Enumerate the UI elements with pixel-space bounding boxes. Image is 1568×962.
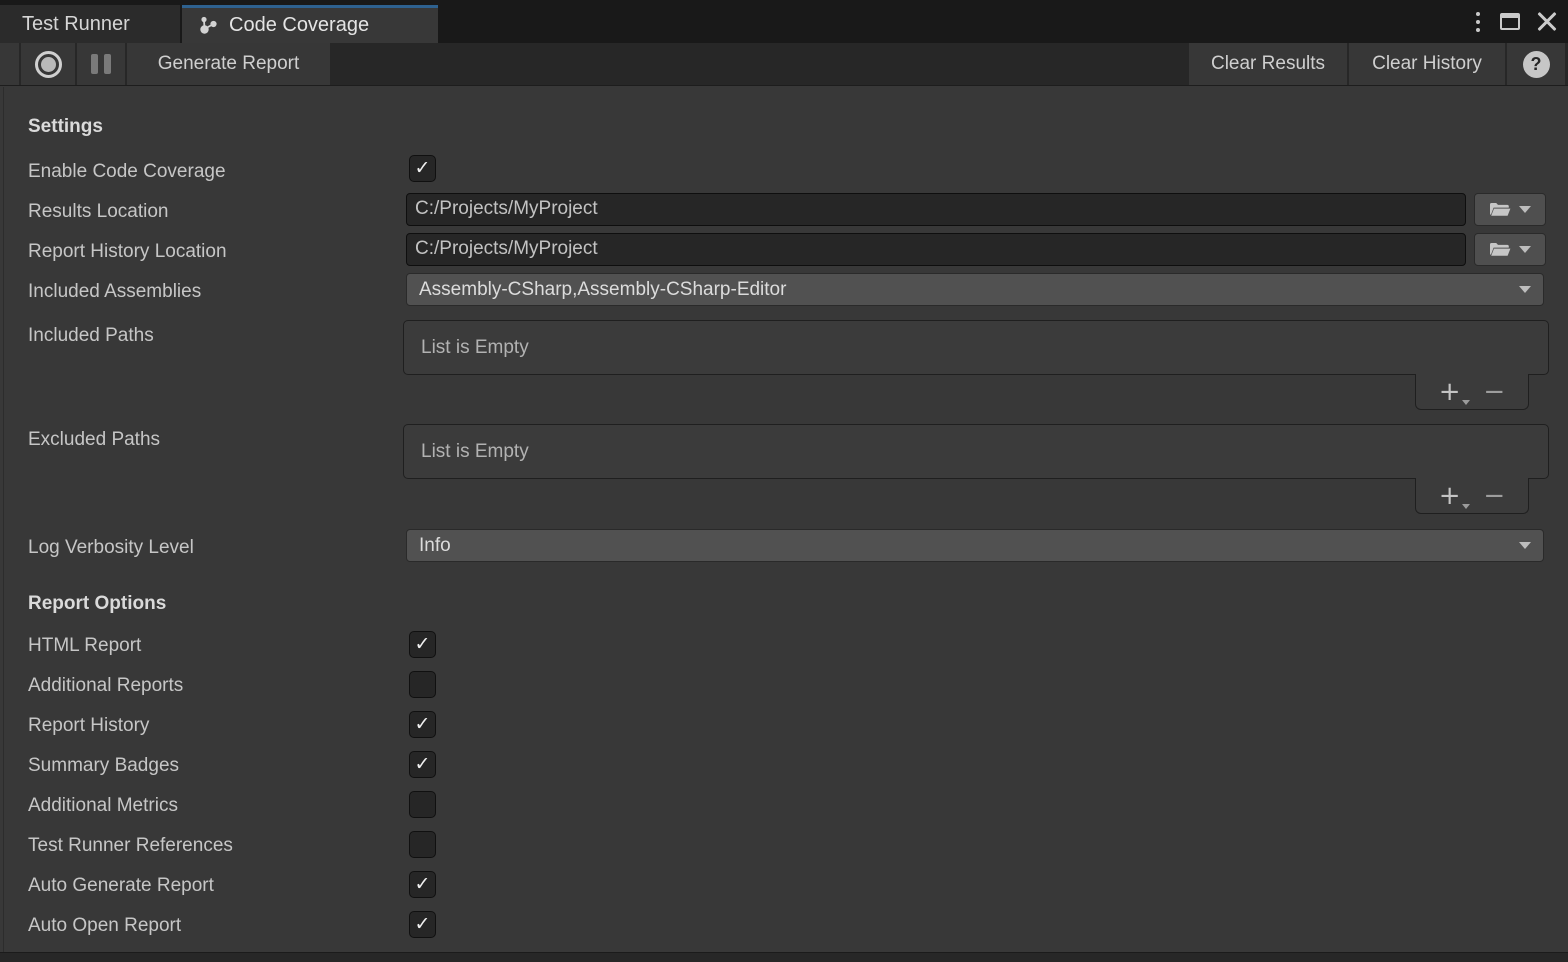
test-runner-references-checkbox[interactable]: ✓ [409,831,436,858]
window-controls [1472,0,1558,43]
enable-code-coverage-checkbox[interactable]: ✓ [409,155,436,182]
excluded-paths-remove-button[interactable]: − [1483,485,1505,507]
results-location-browse-button[interactable] [1474,193,1546,226]
checkmark-icon: ✓ [415,915,431,934]
report-options-header: Report Options [28,593,166,615]
enable-code-coverage-label: Enable Code Coverage [28,158,226,185]
report-history-location-browse-button[interactable] [1474,233,1546,266]
log-verbosity-level-dropdown[interactable]: Info [406,529,1544,562]
auto-open-report-checkbox[interactable]: ✓ [409,911,436,938]
maximize-icon[interactable] [1500,13,1520,30]
code-coverage-panel: Settings Enable Code Coverage ✓ Results … [0,87,1568,952]
folder-dropdown-arrow-icon [1519,246,1531,253]
kebab-menu-icon[interactable] [1472,10,1484,34]
open-folder-icon [1489,241,1511,258]
checkmark-icon: ✓ [415,635,431,654]
add-dropdown-arrow-icon [1462,504,1470,509]
record-button[interactable] [21,43,75,85]
excluded-paths-label: Excluded Paths [28,426,160,453]
included-assemblies-value: Assembly-CSharp,Assembly-CSharp-Editor [419,279,786,301]
help-icon: ? [1523,51,1550,78]
log-verbosity-level-label: Log Verbosity Level [28,534,194,561]
report-history-label: Report History [28,712,149,739]
checkmark-icon: ✓ [415,875,431,894]
included-assemblies-dropdown[interactable]: Assembly-CSharp,Assembly-CSharp-Editor [406,273,1544,306]
auto-generate-report-label: Auto Generate Report [28,872,214,899]
included-assemblies-label: Included Assemblies [28,278,201,305]
close-icon[interactable] [1536,11,1558,33]
included-paths-list[interactable]: List is Empty [403,320,1549,375]
tab-code-coverage[interactable]: Code Coverage [182,5,438,43]
excluded-paths-list[interactable]: List is Empty [403,424,1549,479]
checkmark-icon: ✓ [415,159,431,178]
included-paths-add-button[interactable]: + [1439,381,1461,403]
help-button[interactable]: ? [1507,43,1565,85]
summary-badges-label: Summary Badges [28,752,179,779]
settings-header: Settings [28,116,103,138]
plus-icon: + [1439,481,1461,511]
window-bottom-edge [0,952,1568,962]
excluded-paths-empty-text: List is Empty [421,441,529,463]
folder-dropdown-arrow-icon [1519,206,1531,213]
log-verbosity-level-value: Info [419,535,451,557]
additional-reports-label: Additional Reports [28,672,183,699]
excluded-paths-add-button[interactable]: + [1439,485,1461,507]
open-folder-icon [1489,201,1511,218]
pause-icon [91,54,111,74]
toolbar: Generate Report Clear Results Clear Hist… [0,43,1568,86]
panel-left-edge [3,87,4,952]
summary-badges-checkbox[interactable]: ✓ [409,751,436,778]
test-runner-references-label: Test Runner References [28,832,233,859]
tab-test-runner[interactable]: Test Runner [0,5,180,43]
report-history-location-field[interactable]: C:/Projects/MyProject [406,233,1466,266]
included-paths-empty-text: List is Empty [421,337,529,359]
checkmark-icon: ✓ [415,715,431,734]
pause-button[interactable] [77,43,125,85]
tab-code-coverage-label: Code Coverage [229,14,369,37]
additional-reports-checkbox[interactable]: ✓ [409,671,436,698]
dropdown-arrow-icon [1519,286,1531,293]
additional-metrics-label: Additional Metrics [28,792,178,819]
auto-open-report-label: Auto Open Report [28,912,181,939]
tab-test-runner-label: Test Runner [22,13,130,36]
clear-results-button[interactable]: Clear Results [1189,43,1347,85]
included-paths-label: Included Paths [28,322,154,349]
record-icon [35,51,62,78]
html-report-label: HTML Report [28,632,141,659]
included-paths-list-footer: + − [1415,374,1529,410]
html-report-checkbox[interactable]: ✓ [409,631,436,658]
tab-bar: Test Runner Code Coverage [0,0,1568,43]
generate-report-button[interactable]: Generate Report [127,43,330,85]
toolbar-spacer [0,43,19,85]
clear-history-button[interactable]: Clear History [1349,43,1505,85]
plus-icon: + [1439,377,1461,407]
dropdown-arrow-icon [1519,542,1531,549]
excluded-paths-list-footer: + − [1415,478,1529,514]
results-location-label: Results Location [28,198,168,225]
code-coverage-icon [196,15,220,37]
additional-metrics-checkbox[interactable]: ✓ [409,791,436,818]
auto-generate-report-checkbox[interactable]: ✓ [409,871,436,898]
results-location-field[interactable]: C:/Projects/MyProject [406,193,1466,226]
included-paths-remove-button[interactable]: − [1483,381,1505,403]
checkmark-icon: ✓ [415,755,431,774]
report-history-checkbox[interactable]: ✓ [409,711,436,738]
report-history-location-label: Report History Location [28,238,227,265]
add-dropdown-arrow-icon [1462,400,1470,405]
